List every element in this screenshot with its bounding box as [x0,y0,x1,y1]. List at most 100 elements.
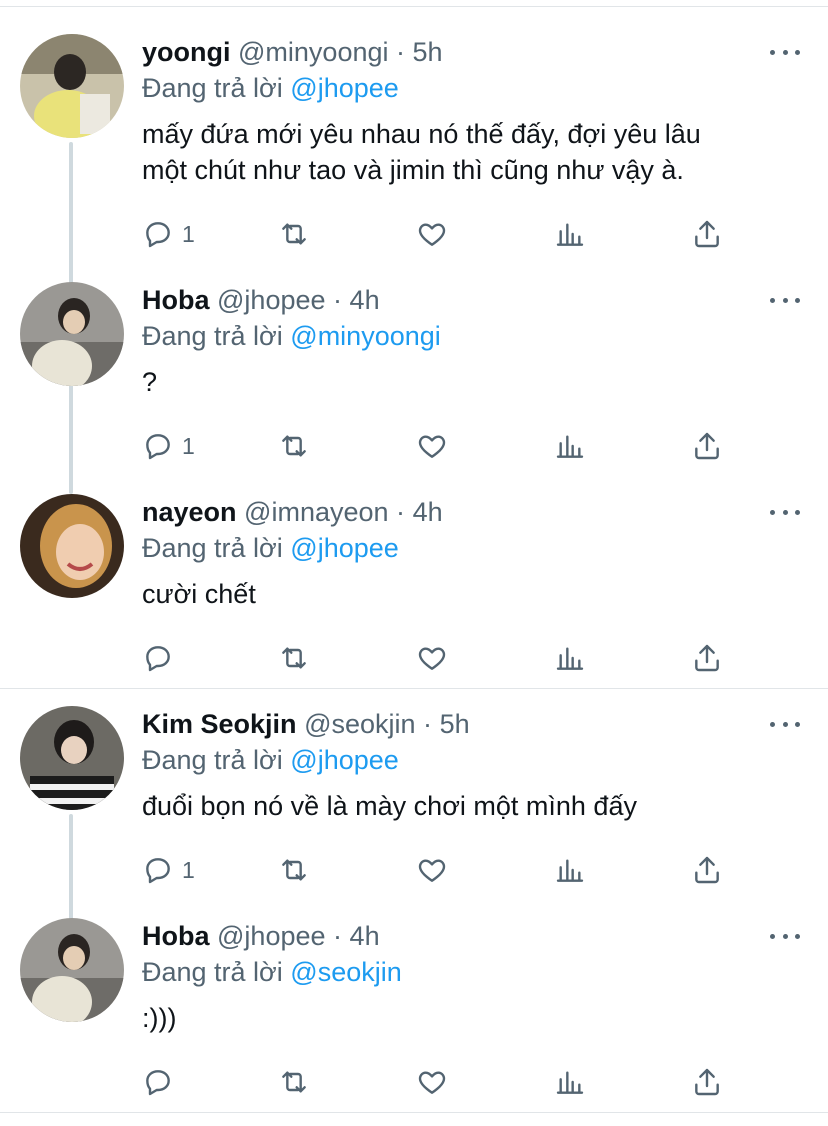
timestamp[interactable]: 5h [440,709,470,739]
like-button[interactable] [416,214,448,254]
tweet[interactable]: yoongi @minyoongi · 5h Đang trả lời @jho… [0,34,828,264]
like-button[interactable] [416,1062,448,1102]
timestamp[interactable]: 4h [350,285,380,315]
replying-to-label: Đang trả lời [142,745,283,775]
analytics-button[interactable] [554,426,586,466]
share-button[interactable] [691,1062,723,1102]
more-icon[interactable] [770,288,800,312]
more-icon[interactable] [770,924,800,948]
tweet-header: yoongi @minyoongi · 5h [142,34,443,70]
like-icon [418,223,446,246]
tweet[interactable]: Kim Seokjin @seokjin · 5h Đang trả lời @… [0,706,828,906]
tweet-text-line: ? [142,367,158,397]
avatar[interactable] [20,706,124,810]
top-divider [0,6,828,7]
tweet[interactable]: nayeon @imnayeon · 4h Đang trả lời @jhop… [0,494,828,684]
analytics-button[interactable] [554,638,586,678]
share-button[interactable] [691,426,723,466]
avatar[interactable] [20,494,124,598]
reply-button[interactable] [142,638,174,678]
retweet-icon [282,223,306,245]
display-name[interactable]: nayeon [142,497,237,527]
reply-count: 1 [182,432,195,459]
analytics-icon [556,223,584,246]
share-button[interactable] [691,850,723,890]
avatar[interactable] [20,282,124,386]
user-handle[interactable]: @seokjin [304,709,415,739]
like-button[interactable] [416,638,448,678]
analytics-button[interactable] [554,1062,586,1102]
timestamp[interactable]: 4h [350,921,380,951]
like-button[interactable] [416,850,448,890]
share-button[interactable] [691,638,723,678]
replying-to-label: Đang trả lời [142,73,283,103]
replying-to-label: Đang trả lời [142,533,283,563]
like-icon [418,647,446,670]
share-icon [695,856,719,884]
action-bar [142,638,742,678]
mention-link[interactable]: @jhopee [290,745,399,775]
avatar[interactable] [20,34,124,138]
retweet-button[interactable] [278,638,310,678]
user-handle[interactable]: @jhopee [217,285,326,315]
replying-to-label: Đang trả lời [142,957,283,987]
mention-link[interactable]: @jhopee [290,533,399,563]
replying-to: Đang trả lời @jhopee [142,70,399,106]
display-name[interactable]: Hoba [142,285,210,315]
user-handle[interactable]: @jhopee [217,921,326,951]
tweet-text-line: đuổi bọn nó về là mày chơi một mình đấy [142,791,637,821]
tweet-text: cười chết [142,576,802,612]
avatar-image [20,918,124,1022]
timestamp[interactable]: 5h [413,37,443,67]
share-icon [695,644,719,672]
reply-button[interactable]: 1 [142,850,195,890]
reply-button[interactable]: 1 [142,426,195,466]
replying-to: Đang trả lời @seokjin [142,954,402,990]
display-name[interactable]: yoongi [142,37,231,67]
retweet-icon [282,647,306,669]
mention-link[interactable]: @minyoongi [290,321,440,351]
retweet-button[interactable] [278,1062,310,1102]
dot-separator: · [396,497,406,527]
display-name[interactable]: Hoba [142,921,210,951]
dot-separator: · [423,709,433,739]
dot-separator: · [396,37,406,67]
mention-link[interactable]: @seokjin [290,957,401,987]
tweet-text: ? [142,364,802,400]
retweet-button[interactable] [278,214,310,254]
conversation-divider [0,688,828,689]
avatar-image [20,706,124,810]
tweet-text: :))) [142,1000,802,1036]
more-icon[interactable] [770,712,800,736]
tweet-header: Hoba @jhopee · 4h [142,282,380,318]
reply-button[interactable]: 1 [142,214,195,254]
share-icon [695,432,719,460]
like-button[interactable] [416,426,448,466]
tweet[interactable]: Hoba @jhopee · 4h Đang trả lời @seokjin … [0,918,828,1108]
avatar[interactable] [20,918,124,1022]
display-name[interactable]: Kim Seokjin [142,709,297,739]
more-icon[interactable] [770,500,800,524]
retweet-button[interactable] [278,850,310,890]
user-handle[interactable]: @minyoongi [238,37,388,67]
share-icon [695,220,719,248]
action-bar: 1 [142,426,742,466]
more-icon[interactable] [770,40,800,64]
reply-icon [146,1070,170,1096]
avatar-image [20,282,124,386]
share-button[interactable] [691,214,723,254]
mention-link[interactable]: @jhopee [290,73,399,103]
reply-button[interactable] [142,1062,174,1102]
analytics-button[interactable] [554,214,586,254]
analytics-icon [556,859,584,882]
analytics-button[interactable] [554,850,586,890]
action-bar: 1 [142,214,742,254]
user-handle[interactable]: @imnayeon [244,497,388,527]
timestamp[interactable]: 4h [413,497,443,527]
retweet-icon [282,859,306,881]
tweet-header: nayeon @imnayeon · 4h [142,494,443,530]
tweet[interactable]: Hoba @jhopee · 4h Đang trả lời @minyoong… [0,282,828,482]
avatar-image [20,494,124,598]
tweet-text-line: cười chết [142,579,256,609]
retweet-button[interactable] [278,426,310,466]
